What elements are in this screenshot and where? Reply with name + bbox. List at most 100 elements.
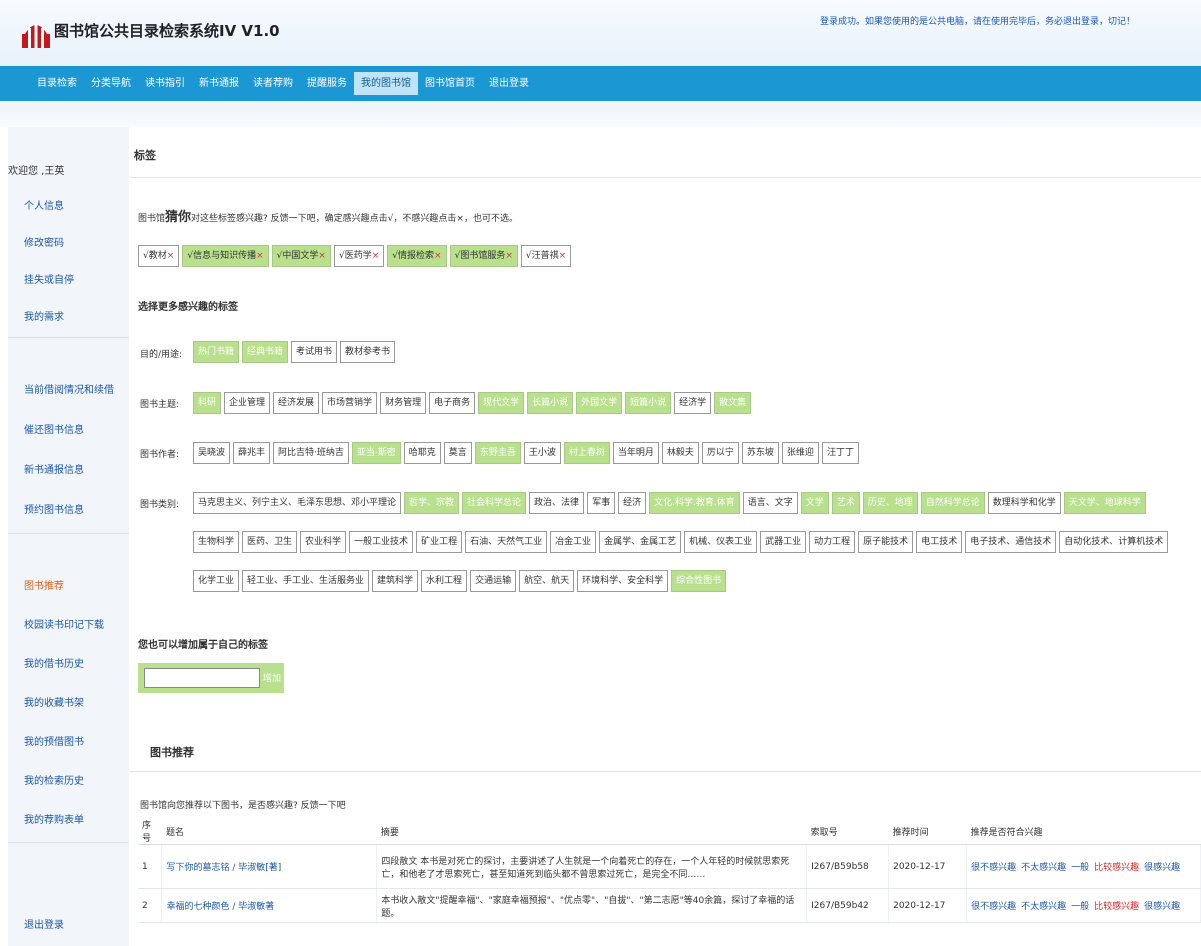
category-tag[interactable]: 历史、地理 [862, 492, 918, 514]
sidebar-item[interactable]: 我的荐购表单 [24, 811, 84, 826]
sidebar-item[interactable]: 个人信息 [24, 197, 64, 212]
guessed-tag[interactable]: √信息与知识传播× [182, 245, 269, 267]
author-tag[interactable]: 当年明月 [612, 442, 659, 464]
cross-mark[interactable]: × [372, 251, 380, 261]
category-tag[interactable]: 矿业工程 [416, 531, 463, 553]
category-tag[interactable]: 金属学、金属工艺 [599, 531, 682, 553]
nav-item[interactable]: 我的图书馆 [354, 72, 418, 95]
purpose-tag[interactable]: 教材参考书 [340, 341, 396, 363]
feedback-option[interactable]: 很感兴趣 [1144, 902, 1180, 912]
author-tag[interactable]: 张维迎 [781, 442, 819, 464]
category-tag[interactable]: 文化.科学.教育.体育 [649, 492, 740, 514]
sidebar-item[interactable]: 图书推荐 [24, 577, 64, 592]
sidebar-item[interactable]: 我的借书历史 [24, 655, 84, 670]
author-tag[interactable]: 汪丁丁 [821, 442, 859, 464]
category-tag[interactable]: 经济 [618, 492, 647, 514]
category-tag[interactable]: 农业科学 [300, 531, 347, 553]
category-tag[interactable]: 环境科学、安全科学 [577, 570, 669, 592]
author-tag[interactable]: 东野圭吾 [474, 442, 521, 464]
category-tag[interactable]: 军事 [587, 492, 616, 514]
purpose-tag[interactable]: 热门书籍 [193, 341, 240, 363]
nav-item[interactable]: 分类导航 [84, 72, 138, 95]
feedback-option[interactable]: 不太感兴趣 [1021, 863, 1066, 873]
guessed-tag[interactable]: √教材× [138, 245, 180, 267]
book-title-link[interactable]: 幸福的七种颜色 / 毕淑敏著 [166, 902, 274, 912]
nav-item[interactable]: 目录检索 [30, 72, 84, 95]
feedback-option[interactable]: 一般 [1071, 902, 1089, 912]
nav-item[interactable]: 读书指引 [138, 72, 192, 95]
add-tag-button[interactable]: 增加 [263, 671, 281, 684]
author-tag[interactable]: 吴晓波 [193, 442, 231, 464]
cross-mark[interactable]: × [256, 251, 264, 261]
category-tag[interactable]: 语言、文字 [742, 492, 798, 514]
sidebar-item[interactable]: 我的检索历史 [24, 772, 84, 787]
topic-tag[interactable]: 短篇小说 [625, 392, 672, 414]
category-tag[interactable]: 原子能技术 [858, 531, 914, 553]
guessed-tag[interactable]: √图书馆服务× [449, 245, 518, 267]
category-tag[interactable]: 数理科学和化学 [987, 492, 1061, 514]
category-tag[interactable]: 电工技术 [916, 531, 963, 553]
category-tag[interactable]: 石油、天然气工业 [465, 531, 548, 553]
category-tag[interactable]: 综合性图书 [671, 570, 727, 592]
category-tag[interactable]: 一般工业技术 [349, 531, 414, 553]
guessed-tag[interactable]: √中国文学× [271, 245, 331, 267]
category-tag[interactable]: 电子技术、通信技术 [965, 531, 1057, 553]
topic-tag[interactable]: 财务管理 [380, 392, 427, 414]
author-tag[interactable]: 王小波 [523, 442, 561, 464]
sidebar-item[interactable]: 催还图书信息 [24, 421, 84, 436]
nav-item[interactable]: 图书馆首页 [418, 72, 482, 95]
book-title-link[interactable]: 写下你的墓志铭 / 毕淑敏[著] [166, 863, 281, 873]
topic-tag[interactable]: 电子商务 [429, 392, 476, 414]
author-tag[interactable]: 哈耶克 [403, 442, 441, 464]
author-tag[interactable]: 莫言 [443, 442, 472, 464]
nav-item[interactable]: 退出登录 [482, 72, 536, 95]
author-tag[interactable]: 阿比吉特·班纳吉 [273, 442, 349, 464]
category-tag[interactable]: 社会科学总论 [462, 492, 527, 514]
category-tag[interactable]: 自然科学总论 [920, 492, 985, 514]
author-tag[interactable]: 村上春树 [563, 442, 610, 464]
nav-item[interactable]: 新书通报 [192, 72, 246, 95]
topic-tag[interactable]: 市场营销学 [322, 392, 378, 414]
category-tag[interactable]: 交通运输 [470, 570, 517, 592]
category-tag[interactable]: 水利工程 [421, 570, 468, 592]
category-tag[interactable]: 轻工业、手工业、生活服务业 [242, 570, 370, 592]
author-tag[interactable]: 厉以宁 [701, 442, 739, 464]
topic-tag[interactable]: 经济发展 [273, 392, 320, 414]
category-tag[interactable]: 艺术 [831, 492, 860, 514]
feedback-option[interactable]: 很不感兴趣 [971, 902, 1016, 912]
category-tag[interactable]: 文学 [800, 492, 829, 514]
category-tag[interactable]: 武器工业 [760, 531, 807, 553]
cross-mark[interactable]: × [167, 251, 175, 261]
sidebar-item[interactable]: 预约图书信息 [24, 501, 84, 516]
sidebar-item[interactable]: 校园读书印记下载 [24, 616, 104, 631]
purpose-tag[interactable]: 经典书籍 [242, 341, 289, 363]
cross-mark[interactable]: × [559, 251, 567, 261]
topic-tag[interactable]: 经济学 [674, 392, 712, 414]
author-tag[interactable]: 薛兆丰 [233, 442, 271, 464]
sidebar-logout[interactable]: 退出登录 [24, 916, 64, 931]
category-tag[interactable]: 医药、卫生 [242, 531, 298, 553]
feedback-option[interactable]: 比较感兴趣 [1094, 902, 1139, 912]
purpose-tag[interactable]: 考试用书 [291, 341, 338, 363]
category-tag[interactable]: 政治、法律 [529, 492, 585, 514]
sidebar-item[interactable]: 我的预借图书 [24, 733, 84, 748]
guessed-tag[interactable]: √情报检索× [387, 245, 447, 267]
category-tag[interactable]: 建筑科学 [372, 570, 419, 592]
topic-tag[interactable]: 企业管理 [224, 392, 271, 414]
sidebar-item[interactable]: 挂失或自停 [24, 271, 74, 286]
category-tag[interactable]: 冶金工业 [550, 531, 597, 553]
author-tag[interactable]: 亚当·斯密 [351, 442, 401, 464]
topic-tag[interactable]: 散文集 [714, 392, 752, 414]
sidebar-item[interactable]: 新书通报信息 [24, 461, 84, 476]
guessed-tag[interactable]: √汪普祺× [520, 245, 572, 267]
topic-tag[interactable]: 科研 [193, 392, 222, 414]
category-tag[interactable]: 哲学、宗教 [404, 492, 460, 514]
topic-tag[interactable]: 外国文学 [576, 392, 623, 414]
feedback-option[interactable]: 比较感兴趣 [1094, 863, 1139, 873]
topic-tag[interactable]: 现代文学 [478, 392, 525, 414]
category-tag[interactable]: 自动化技术、计算机技术 [1059, 531, 1169, 553]
category-tag[interactable]: 天文学、地球科学 [1063, 492, 1146, 514]
author-tag[interactable]: 苏东坡 [741, 442, 779, 464]
custom-tag-input[interactable] [144, 668, 260, 688]
topic-tag[interactable]: 长篇小说 [527, 392, 574, 414]
